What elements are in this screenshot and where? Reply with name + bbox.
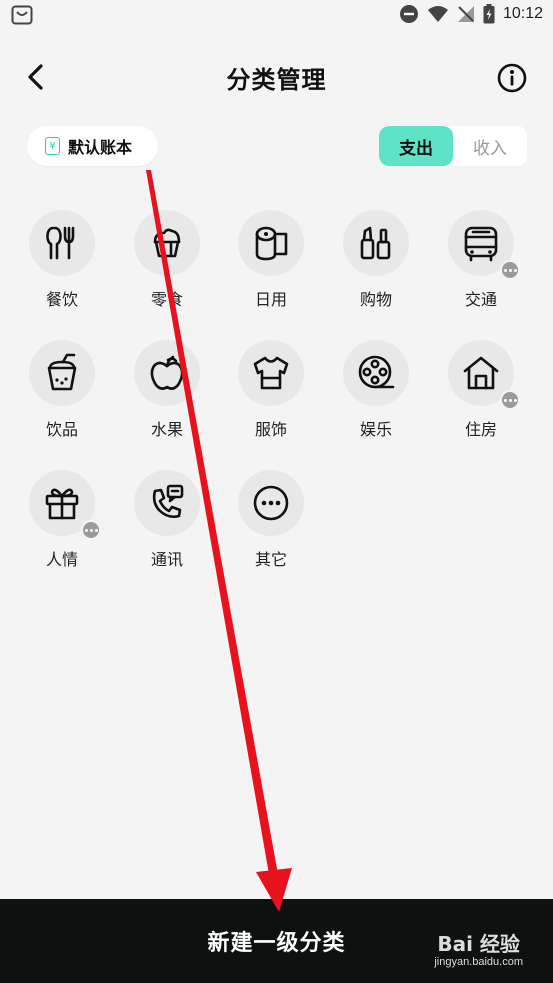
category-label: 人情 bbox=[45, 550, 78, 569]
film-reel-icon bbox=[358, 355, 395, 389]
category-item[interactable]: 服饰 bbox=[221, 340, 321, 440]
no-signal-icon bbox=[457, 6, 474, 22]
category-label: 水果 bbox=[150, 420, 183, 439]
info-icon[interactable] bbox=[497, 63, 527, 93]
category-icon-circle bbox=[448, 210, 520, 280]
category-label: 日用 bbox=[254, 290, 287, 309]
category-item[interactable]: 日用 bbox=[221, 210, 321, 310]
status-bar: 10:12 bbox=[0, 0, 553, 32]
category-icon-circle bbox=[238, 470, 304, 536]
utensils-icon bbox=[46, 226, 75, 260]
bubble-tea-icon bbox=[47, 353, 77, 391]
category-item[interactable]: 购物 bbox=[326, 210, 426, 310]
ledger-label: 默认账本 bbox=[68, 138, 133, 157]
new-category-button-label: 新建一级分类 bbox=[207, 931, 346, 956]
more-circle-icon bbox=[253, 485, 289, 521]
type-toggle: 支出 收入 bbox=[379, 126, 527, 166]
category-label: 服饰 bbox=[254, 420, 287, 439]
category-item[interactable]: 交通 bbox=[431, 210, 531, 310]
category-icon-circle bbox=[448, 340, 520, 410]
category-item[interactable]: 人情 bbox=[12, 470, 112, 570]
tab-expense[interactable]: 支出 bbox=[379, 126, 453, 166]
wifi-icon bbox=[427, 6, 448, 22]
category-label: 通讯 bbox=[150, 550, 183, 569]
tshirt-icon bbox=[253, 356, 289, 390]
category-label: 其它 bbox=[254, 550, 287, 569]
category-item[interactable]: 零食 bbox=[117, 210, 217, 310]
cosmetics-icon bbox=[360, 226, 391, 260]
tab-income[interactable]: 收入 bbox=[453, 126, 527, 166]
category-item[interactable]: 餐饮 bbox=[12, 210, 112, 310]
category-icon-circle bbox=[134, 210, 200, 276]
bus-icon bbox=[464, 226, 498, 262]
subcategory-more-icon bbox=[500, 390, 520, 410]
category-label: 娱乐 bbox=[359, 420, 392, 439]
category-icon-circle bbox=[343, 340, 409, 406]
status-icons: 10:12 bbox=[399, 4, 543, 24]
watermark: Bai 经验 jingyan.baidu.com bbox=[434, 933, 523, 969]
category-label: 住房 bbox=[464, 420, 497, 439]
cupcake-icon bbox=[153, 228, 181, 258]
category-label: 购物 bbox=[359, 290, 392, 309]
do-not-disturb-icon bbox=[399, 5, 418, 23]
category-label: 零食 bbox=[150, 290, 183, 309]
shopping-bag-icon bbox=[11, 5, 33, 25]
category-item[interactable]: 水果 bbox=[117, 340, 217, 440]
category-item[interactable]: 其它 bbox=[221, 470, 321, 570]
category-icon-circle bbox=[29, 210, 95, 276]
page-title: 分类管理 bbox=[226, 66, 327, 94]
toilet-paper-icon bbox=[255, 226, 288, 261]
battery-charging-icon bbox=[483, 4, 495, 24]
category-icon-circle bbox=[238, 340, 304, 406]
category-icon-circle bbox=[343, 210, 409, 276]
ledger-selector[interactable]: ¥ 默认账本 bbox=[27, 126, 158, 166]
subcategory-more-icon bbox=[500, 260, 520, 280]
status-time: 10:12 bbox=[502, 5, 543, 22]
watermark-main: Bai 经验 bbox=[437, 932, 520, 956]
category-icon-circle bbox=[29, 470, 101, 540]
ledger-icon: ¥ bbox=[45, 137, 60, 155]
category-item[interactable]: 住房 bbox=[431, 340, 531, 440]
phone-chat-icon bbox=[152, 484, 184, 519]
subcategory-more-icon bbox=[81, 520, 101, 540]
category-item[interactable]: 饮品 bbox=[12, 340, 112, 440]
house-icon bbox=[463, 356, 499, 390]
gift-icon bbox=[45, 488, 79, 520]
category-icon-circle bbox=[134, 340, 200, 406]
category-icon-circle bbox=[238, 210, 304, 276]
category-icon-circle bbox=[134, 470, 200, 536]
watermark-sub: jingyan.baidu.com bbox=[434, 956, 523, 968]
category-item[interactable]: 通讯 bbox=[117, 470, 217, 570]
category-label: 餐饮 bbox=[45, 290, 78, 309]
apple-icon bbox=[150, 355, 184, 390]
category-item[interactable]: 娱乐 bbox=[326, 340, 426, 440]
category-label: 交通 bbox=[464, 290, 497, 309]
category-label: 饮品 bbox=[45, 420, 78, 439]
category-icon-circle bbox=[29, 340, 95, 406]
